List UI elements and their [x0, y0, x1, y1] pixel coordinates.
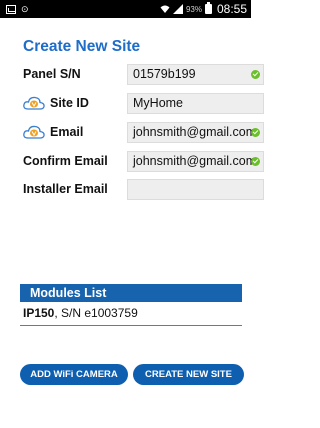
cloud-icon	[23, 125, 45, 139]
panel-sn-value: 01579b199	[133, 66, 196, 81]
email-row: Email johnsmith@gmail.com	[23, 121, 264, 143]
site-id-label-group: Site ID	[23, 96, 89, 110]
modules-list-header: Modules List	[20, 284, 242, 302]
image-icon	[6, 4, 16, 14]
site-id-label: Site ID	[50, 96, 89, 110]
site-id-field[interactable]: MyHome	[127, 92, 264, 114]
site-id-value: MyHome	[133, 95, 184, 110]
panel-sn-field[interactable]: 01579b199	[127, 63, 264, 85]
check-icon	[251, 156, 260, 166]
module-name: IP150	[23, 306, 55, 320]
list-item[interactable]: IP150, S/N e1003759	[23, 306, 138, 320]
wifi-icon	[160, 5, 170, 13]
add-wifi-camera-button[interactable]: ADD WiFi CAMERA	[20, 364, 128, 385]
cloud-icon	[23, 96, 45, 110]
clock: 08:55	[216, 2, 247, 16]
battery-percent: 93%	[185, 4, 202, 14]
status-bar: ⊙ 93% 08:55	[0, 0, 251, 18]
confirm-email-label: Confirm Email	[23, 154, 108, 168]
confirm-email-row: Confirm Email johnsmith@gmail.com	[23, 150, 264, 172]
email-label-group: Email	[23, 125, 83, 139]
confirm-email-field[interactable]: johnsmith@gmail.com	[127, 150, 264, 172]
site-id-row: Site ID MyHome	[23, 92, 264, 114]
installer-email-row: Installer Email	[23, 178, 264, 200]
page-title: Create New Site	[23, 38, 141, 55]
panel-sn-label: Panel S/N	[23, 67, 81, 81]
confirm-email-value: johnsmith@gmail.com	[133, 153, 257, 168]
voicemail-icon: ⊙	[21, 3, 29, 14]
email-field[interactable]: johnsmith@gmail.com	[127, 121, 264, 143]
email-label: Email	[50, 125, 84, 139]
email-value: johnsmith@gmail.com	[133, 124, 257, 139]
battery-icon	[204, 2, 212, 14]
divider	[20, 325, 242, 326]
signal-icon	[172, 4, 183, 14]
panel-sn-row: Panel S/N 01579b199	[23, 63, 264, 85]
installer-email-label: Installer Email	[23, 182, 108, 196]
create-new-site-button[interactable]: CREATE NEW SITE	[133, 364, 244, 385]
check-icon	[251, 127, 260, 137]
installer-email-field[interactable]	[127, 178, 264, 200]
module-serial: , S/N e1003759	[54, 306, 138, 320]
check-icon	[251, 69, 260, 79]
